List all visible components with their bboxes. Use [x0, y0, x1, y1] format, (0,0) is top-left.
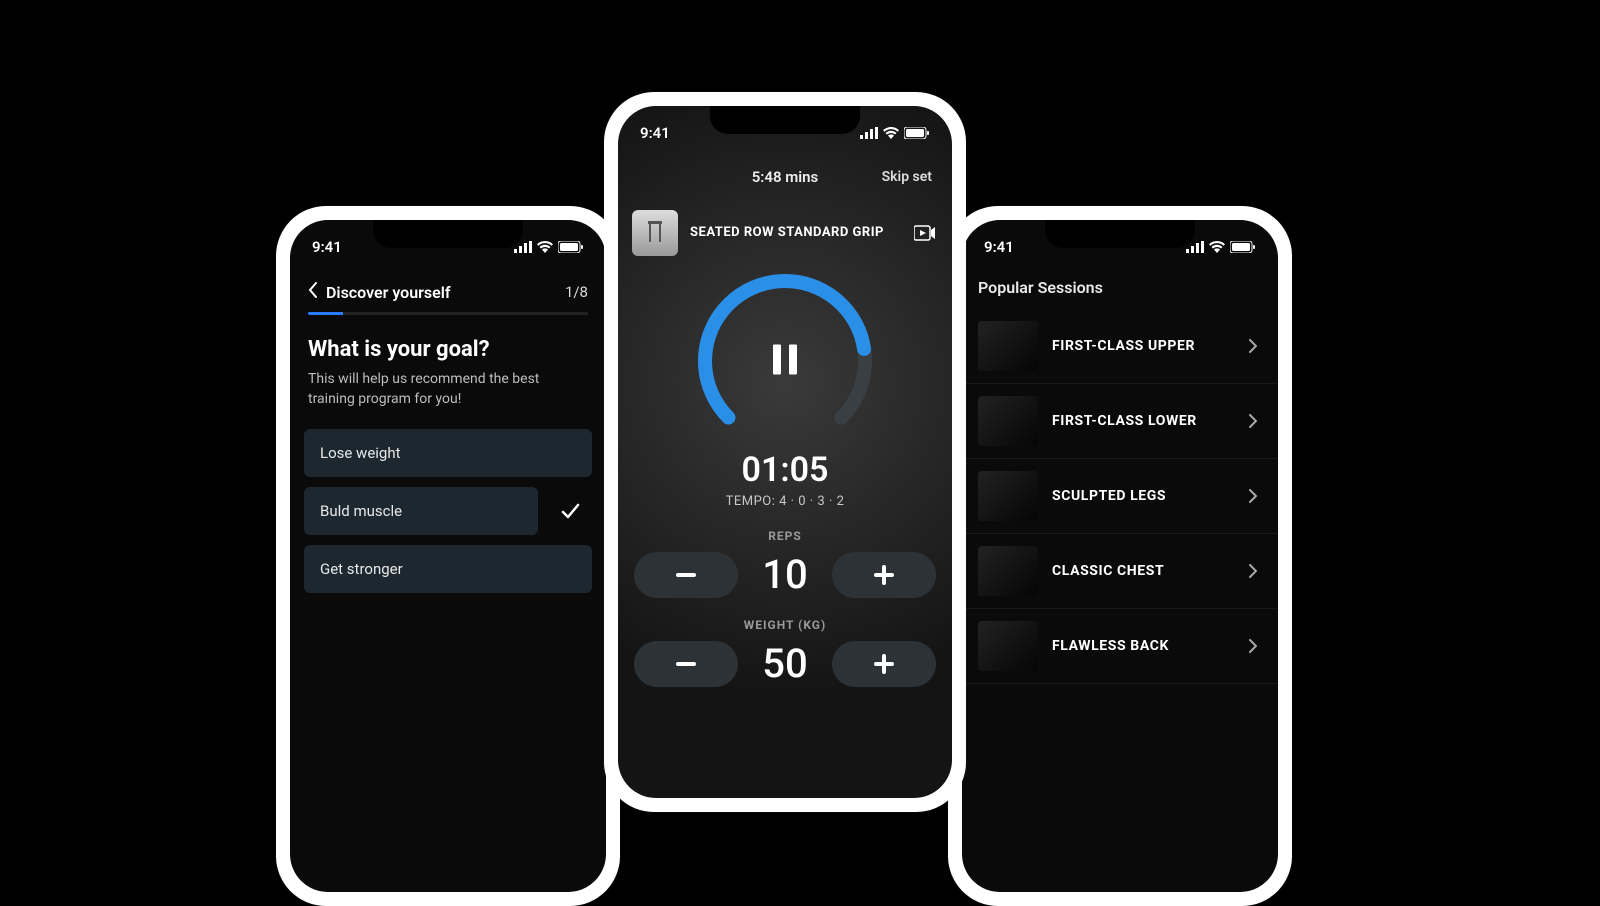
wifi-icon: [883, 127, 899, 139]
goal-option-build-muscle[interactable]: Buld muscle: [304, 487, 538, 535]
phone-sessions: 9:41 Popular Sessions: [948, 206, 1292, 906]
chevron-right-icon: [1244, 489, 1262, 503]
elapsed-time: 5:48 mins: [752, 168, 819, 186]
wifi-icon: [537, 241, 553, 253]
session-list: FIRST-CLASS UPPER FIRST-CLASS LOWER SCUL…: [962, 309, 1278, 684]
section-title: Popular Sessions: [962, 272, 1278, 309]
weight-increment-button[interactable]: [832, 641, 936, 687]
status-time: 9:41: [984, 238, 1014, 256]
progress-dial: [690, 266, 880, 456]
chevron-right-icon: [1244, 339, 1262, 353]
weight-stepper: 50: [632, 640, 938, 687]
phone-onboarding: 9:41: [276, 206, 620, 906]
goal-options: Lose weight Buld muscle Get stronger: [304, 429, 592, 593]
session-item[interactable]: SCULPTED LEGS: [962, 459, 1278, 534]
battery-icon: [1230, 241, 1256, 253]
exercise-name: SEATED ROW STANDARD GRIP: [690, 225, 900, 241]
battery-icon: [904, 127, 930, 139]
goal-subheading: This will help us recommend the best tra…: [308, 370, 588, 409]
reps-label: REPS: [632, 529, 938, 543]
pause-button[interactable]: [773, 345, 797, 375]
notch: [373, 220, 523, 248]
session-title: FIRST-CLASS UPPER: [1052, 338, 1230, 354]
battery-icon: [558, 241, 584, 253]
session-thumb: [978, 321, 1038, 371]
wifi-icon: [1209, 241, 1225, 253]
chevron-right-icon: [1244, 639, 1262, 653]
goal-heading: What is your goal?: [308, 337, 588, 362]
notch: [710, 106, 860, 134]
session-item[interactable]: FIRST-CLASS UPPER: [962, 309, 1278, 384]
session-title: SCULPTED LEGS: [1052, 488, 1230, 504]
reps-value: 10: [750, 551, 820, 598]
progress-bar: [308, 312, 588, 315]
status-time: 9:41: [640, 124, 670, 142]
session-thumb: [978, 396, 1038, 446]
weight-decrement-button[interactable]: [634, 641, 738, 687]
option-label: Buld muscle: [320, 502, 402, 520]
notch: [1045, 220, 1195, 248]
status-time: 9:41: [312, 238, 342, 256]
chevron-right-icon: [1244, 564, 1262, 578]
session-item[interactable]: FLAWLESS BACK: [962, 609, 1278, 684]
exercise-thumbnail: [632, 210, 678, 256]
back-icon[interactable]: [308, 282, 318, 302]
nav-title: Discover yourself: [326, 283, 451, 302]
reps-stepper: 10: [632, 551, 938, 598]
tempo-label: TEMPO: 4 · 0 · 3 · 2: [726, 494, 845, 509]
phone-workout: 9:41 5:48 mins Skip set: [604, 92, 966, 812]
option-label: Get stronger: [320, 560, 403, 578]
step-indicator: 1/8: [565, 283, 588, 301]
option-label: Lose weight: [320, 444, 401, 462]
check-icon: [548, 500, 592, 522]
cellular-icon: [860, 127, 878, 139]
session-thumb: [978, 621, 1038, 671]
reps-increment-button[interactable]: [832, 552, 936, 598]
session-title: CLASSIC CHEST: [1052, 563, 1230, 579]
session-item[interactable]: FIRST-CLASS LOWER: [962, 384, 1278, 459]
video-icon[interactable]: [912, 222, 938, 244]
weight-label: WEIGHT (KG): [632, 618, 938, 632]
goal-option-get-stronger[interactable]: Get stronger: [304, 545, 592, 593]
reps-decrement-button[interactable]: [634, 552, 738, 598]
goal-option-lose-weight[interactable]: Lose weight: [304, 429, 592, 477]
weight-value: 50: [750, 640, 820, 687]
session-title: FLAWLESS BACK: [1052, 638, 1230, 654]
session-item[interactable]: CLASSIC CHEST: [962, 534, 1278, 609]
chevron-right-icon: [1244, 414, 1262, 428]
session-thumb: [978, 471, 1038, 521]
session-thumb: [978, 546, 1038, 596]
session-title: FIRST-CLASS LOWER: [1052, 413, 1230, 429]
skip-set-button[interactable]: Skip set: [882, 169, 932, 185]
